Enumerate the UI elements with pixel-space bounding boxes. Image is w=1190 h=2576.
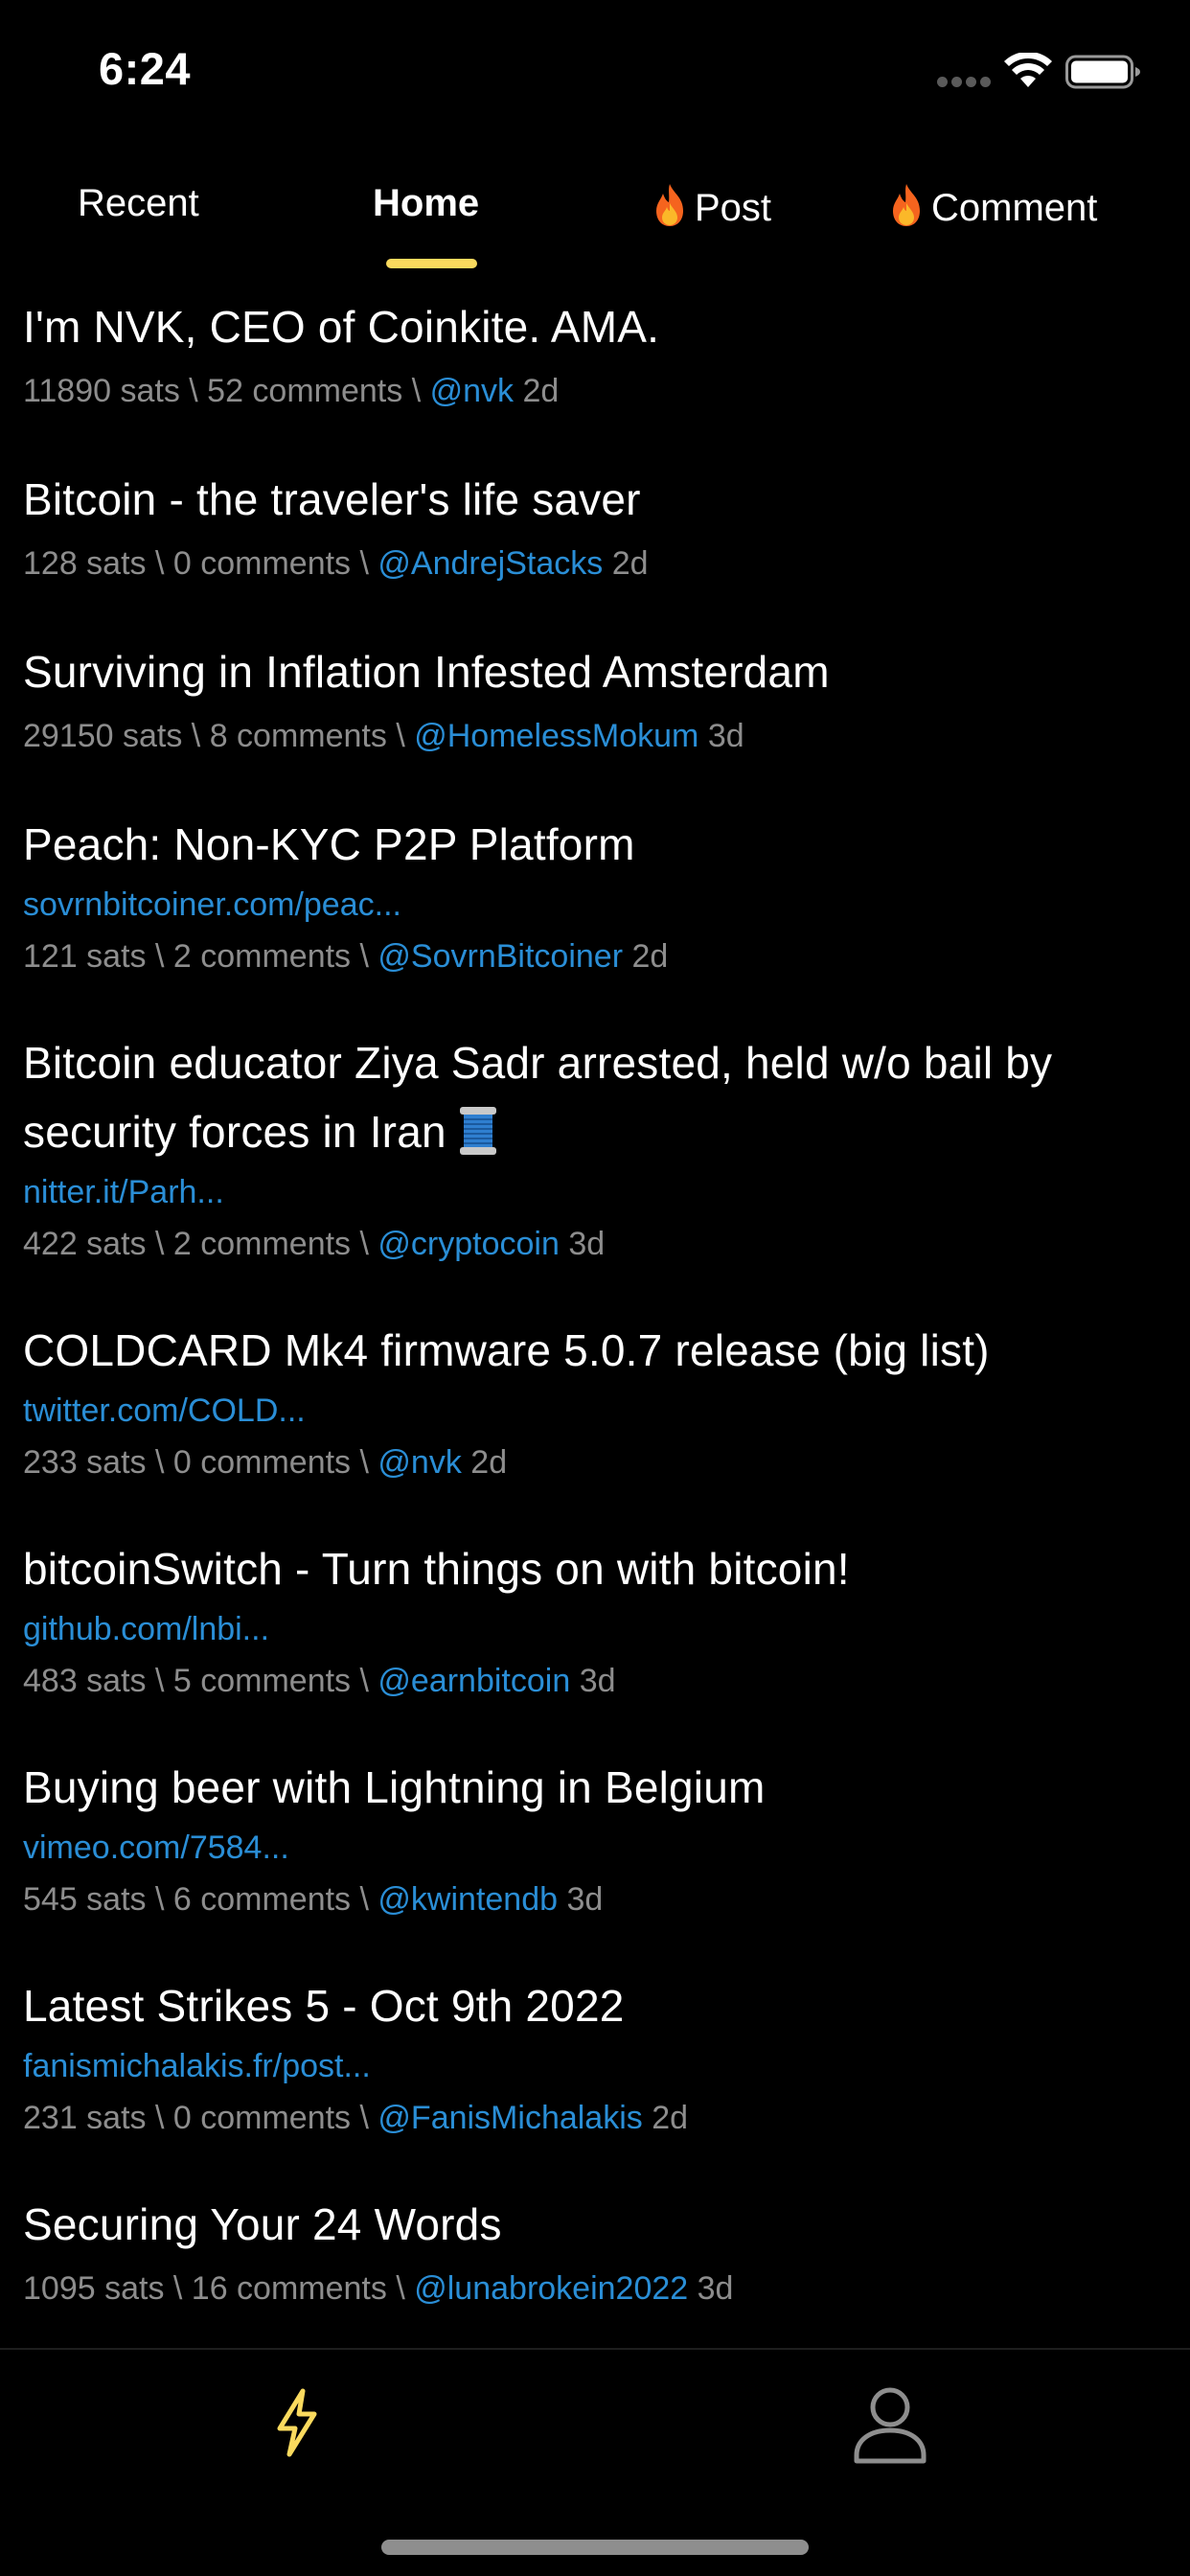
post-author[interactable]: @SovrnBitcoiner: [378, 938, 623, 975]
tab-recent-label: Recent: [78, 182, 199, 224]
post-author[interactable]: @lunabrokein2022: [414, 2270, 688, 2307]
sats-count: 11890 sats: [23, 373, 180, 409]
post-age: 2d: [522, 373, 560, 409]
post-title-text: Bitcoin educator Ziya Sadr arrested, hel…: [23, 1038, 1053, 1157]
sats-count: 128 sats: [23, 545, 147, 582]
post-meta: 29150 sats \ 8 comments \ @HomelessMokum…: [23, 718, 744, 754]
post-title[interactable]: Latest Strikes 5 - Oct 9th 2022: [23, 1971, 688, 2040]
sats-count: 422 sats: [23, 1226, 147, 1262]
post-link[interactable]: github.com/lnbi...: [23, 1607, 850, 1651]
lightning-bolt-icon[interactable]: [274, 2388, 320, 2457]
feed-tabs: Recent Home Post Comment: [0, 172, 1190, 278]
home-indicator[interactable]: [381, 2540, 809, 2555]
post-author[interactable]: @FanisMichalakis: [378, 2100, 642, 2136]
sats-count: 121 sats: [23, 938, 147, 975]
post-author[interactable]: @cryptocoin: [378, 1226, 559, 1262]
post-age: 2d: [631, 938, 669, 975]
post-meta: 1095 sats \ 16 comments \ @lunabrokein20…: [23, 2270, 734, 2307]
post-title[interactable]: Peach: Non-KYC P2P Platform: [23, 810, 668, 879]
list-item[interactable]: Peach: Non-KYC P2P Platform sovrnbitcoin…: [0, 810, 691, 978]
post-link[interactable]: sovrnbitcoiner.com/peac...: [23, 883, 668, 927]
post-age: 3d: [568, 1226, 606, 1262]
post-title[interactable]: COLDCARD Mk4 firmware 5.0.7 release (big…: [23, 1316, 990, 1385]
post-title[interactable]: bitcoinSwitch - Turn things on with bitc…: [23, 1534, 850, 1603]
fire-icon: [893, 184, 920, 226]
post-title[interactable]: I'm NVK, CEO of Coinkite. AMA.: [23, 292, 659, 361]
tab-recent[interactable]: Recent: [78, 182, 199, 259]
tab-home[interactable]: Home: [373, 182, 479, 259]
comments-count[interactable]: 0 comments: [173, 2100, 351, 2136]
post-link[interactable]: nitter.it/Parh...: [23, 1170, 1167, 1214]
post-title[interactable]: Securing Your 24 Words: [23, 2190, 733, 2259]
list-item[interactable]: Buying beer with Lightning in Belgium vi…: [0, 1753, 789, 1921]
sats-count: 231 sats: [23, 2100, 147, 2136]
post-age: 3d: [579, 1663, 616, 1699]
list-item[interactable]: COLDCARD Mk4 firmware 5.0.7 release (big…: [0, 1316, 1013, 1484]
comments-count[interactable]: 52 comments: [207, 373, 402, 409]
fire-icon: [656, 184, 683, 226]
post-age: 3d: [566, 1881, 604, 1918]
list-item[interactable]: Securing Your 24 Words 1095 sats \ 16 co…: [0, 2190, 756, 2311]
list-item[interactable]: Latest Strikes 5 - Oct 9th 2022 fanismic…: [0, 1971, 711, 2140]
comments-count[interactable]: 5 comments: [173, 1663, 351, 1699]
post-author[interactable]: @HomelessMokum: [414, 718, 698, 754]
comments-count[interactable]: 16 comments: [192, 2270, 387, 2307]
comments-count[interactable]: 0 comments: [173, 1444, 351, 1481]
post-link[interactable]: twitter.com/COLD...: [23, 1389, 990, 1433]
tab-post[interactable]: Post: [651, 182, 771, 259]
status-bar: 6:24: [0, 0, 1190, 144]
post-meta: 483 sats \ 5 comments \ @earnbitcoin 3d: [23, 1663, 616, 1699]
post-meta: 231 sats \ 0 comments \ @FanisMichalakis…: [23, 2100, 689, 2136]
status-time: 6:24: [99, 43, 192, 94]
active-tab-indicator: [386, 259, 477, 268]
post-meta: 422 sats \ 2 comments \ @cryptocoin 3d: [23, 1226, 606, 1262]
tab-comment[interactable]: Comment: [887, 182, 1125, 240]
comments-count[interactable]: 0 comments: [173, 545, 351, 582]
battery-icon: [1065, 55, 1140, 89]
sats-count: 1095 sats: [23, 2270, 165, 2307]
post-meta: 128 sats \ 0 comments \ @AndrejStacks 2d: [23, 545, 649, 582]
post-title[interactable]: Bitcoin - the traveler's life saver: [23, 465, 649, 534]
spool-of-thread-icon: [459, 1107, 496, 1155]
post-author[interactable]: @nvk: [430, 373, 514, 409]
post-meta: 233 sats \ 0 comments \ @nvk 2d: [23, 1444, 508, 1481]
post-age: 3d: [707, 718, 744, 754]
post-link[interactable]: fanismichalakis.fr/post...: [23, 2044, 688, 2088]
wifi-icon: [1004, 53, 1052, 87]
post-author[interactable]: @AndrejStacks: [378, 545, 603, 582]
list-item[interactable]: I'm NVK, CEO of Coinkite. AMA. 11890 sat…: [0, 292, 682, 413]
list-item[interactable]: Surviving in Inflation Infested Amsterda…: [0, 637, 853, 758]
tab-home-label: Home: [373, 182, 480, 224]
sats-count: 483 sats: [23, 1663, 147, 1699]
cellular-signal-icon: [937, 77, 993, 88]
list-item[interactable]: Bitcoin educator Ziya Sadr arrested, hel…: [0, 1028, 1190, 1266]
post-title[interactable]: Surviving in Inflation Infested Amsterda…: [23, 637, 830, 706]
tab-post-label: Post: [695, 187, 772, 229]
comments-count[interactable]: 2 comments: [173, 1226, 351, 1262]
post-meta: 545 sats \ 6 comments \ @kwintendb 3d: [23, 1881, 604, 1918]
list-item[interactable]: Bitcoin - the traveler's life saver 128 …: [0, 465, 672, 586]
post-meta: 121 sats \ 2 comments \ @SovrnBitcoiner …: [23, 938, 669, 975]
post-author[interactable]: @nvk: [378, 1444, 461, 1481]
post-age: 2d: [470, 1444, 508, 1481]
post-meta: 11890 sats \ 52 comments \ @nvk 2d: [23, 373, 560, 409]
list-item[interactable]: bitcoinSwitch - Turn things on with bitc…: [0, 1534, 873, 1703]
post-title[interactable]: Bitcoin educator Ziya Sadr arrested, hel…: [23, 1028, 1167, 1166]
comments-count[interactable]: 6 comments: [173, 1881, 351, 1918]
bottom-tab-bar: [0, 2348, 1190, 2576]
sats-count: 545 sats: [23, 1881, 147, 1918]
post-age: 2d: [652, 2100, 689, 2136]
sats-count: 29150 sats: [23, 718, 183, 754]
post-age: 2d: [611, 545, 649, 582]
user-profile-icon[interactable]: [853, 2386, 927, 2465]
post-author[interactable]: @earnbitcoin: [378, 1663, 570, 1699]
post-age: 3d: [697, 2270, 734, 2307]
tab-comment-label: Comment: [931, 187, 1098, 229]
post-title[interactable]: Buying beer with Lightning in Belgium: [23, 1753, 766, 1822]
comments-count[interactable]: 2 comments: [173, 938, 351, 975]
comments-count[interactable]: 8 comments: [210, 718, 387, 754]
post-link[interactable]: vimeo.com/7584...: [23, 1826, 766, 1870]
post-author[interactable]: @kwintendb: [378, 1881, 558, 1918]
sats-count: 233 sats: [23, 1444, 147, 1481]
